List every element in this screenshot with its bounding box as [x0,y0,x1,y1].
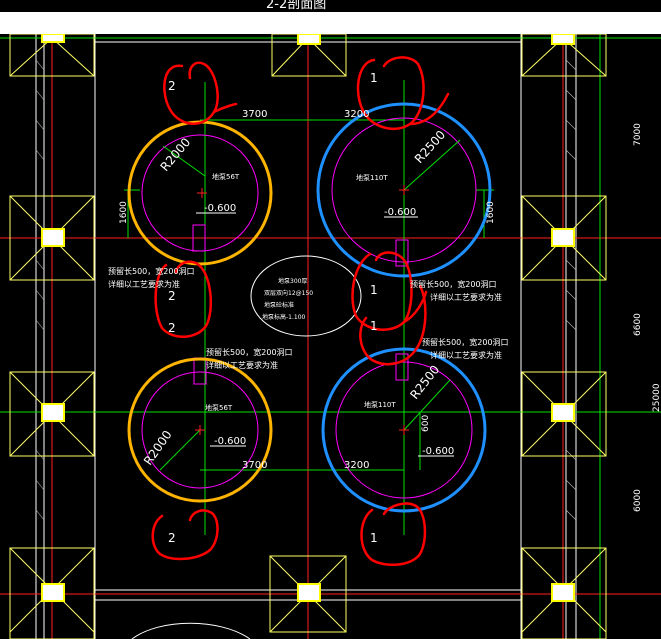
note-left-lower-2: 详细以工艺要求为准 [206,360,278,370]
marker-mid-right-2: 1 [370,319,378,333]
note-right-upper-1: 预留长500，宽200洞口 [410,279,497,289]
drawing-text: 2 1 2 2 1 1 2 1 3700 3200 3700 3200 1600… [108,71,661,545]
pit-label-top-right: 地泵110T [356,173,388,182]
pit-label-top-left: 地泵56T [212,172,240,181]
dimension-right-edge-3: 6000 [633,489,643,512]
dimension-right-center-vertical: 600 [421,415,431,432]
pit-top-left[interactable] [127,120,273,266]
note-left-lower-1: 预留长500，宽200洞口 [206,347,293,357]
note-right-upper-2: 详细以工艺要求为准 [430,292,502,302]
dimension-right-edge-2: 6600 [633,313,643,336]
dimension-bottom-right: 3200 [344,460,369,471]
center-note-line2: 双层双向12@150 [264,289,313,297]
bottom-arc [131,622,251,639]
title-bar: 2-2剖面图 [0,0,661,12]
dimension-top-right: 3200 [344,109,369,120]
dimension-right-vertical: 1600 [486,201,496,224]
center-note-line3: 地泵砼标准 [264,301,294,309]
elevation-bottom-left: -0.600 [214,436,246,447]
marker-mid-right-1: 1 [370,283,378,297]
pit-bottom-left[interactable] [127,357,273,503]
radius-bottom-right: R2500 [407,363,442,402]
dimension-right-edge-total: 25000 [652,383,661,412]
dimension-bottom-left: 3700 [242,460,267,471]
radius-top-right: R2500 [412,128,448,166]
elevation-top-right: -0.600 [384,207,416,218]
note-right-lower-1: 预留长500，宽200洞口 [422,337,509,347]
marker-bottom-left: 2 [168,531,176,545]
marker-top-right: 1 [370,71,378,85]
marker-mid-left-1: 2 [168,289,176,303]
header-strip [0,12,661,34]
note-left-upper-2: 详细以工艺要求为准 [108,279,180,289]
drawing-title: 2-2剖面图 [266,0,327,12]
center-note-line1: 地泵300厚 [278,277,307,285]
marker-top-left: 2 [168,79,176,93]
dimension-top-left: 3700 [242,109,267,120]
elevation-top-left: -0.600 [204,203,236,214]
dimension-right-edge-1: 7000 [633,123,643,146]
note-left-upper-1: 预留长500，宽200洞口 [108,266,195,276]
radius-bottom-left: R2000 [141,428,175,468]
dimension-left-vertical: 1600 [119,201,129,224]
center-note-line4: 地泵标高-1.100 [262,313,306,321]
marker-mid-left-2: 2 [168,321,176,335]
elevation-bottom-right: -0.600 [422,446,454,457]
pit-label-bottom-right: 地泵110T [364,400,396,409]
note-right-lower-2: 详细以工艺要求为准 [430,350,502,360]
pit-label-bottom-left: 地泵56T [205,403,233,412]
marker-bottom-right: 1 [370,531,378,545]
cad-drawing[interactable]: 2 1 2 2 1 1 2 1 3700 3200 3700 3200 1600… [0,34,661,639]
